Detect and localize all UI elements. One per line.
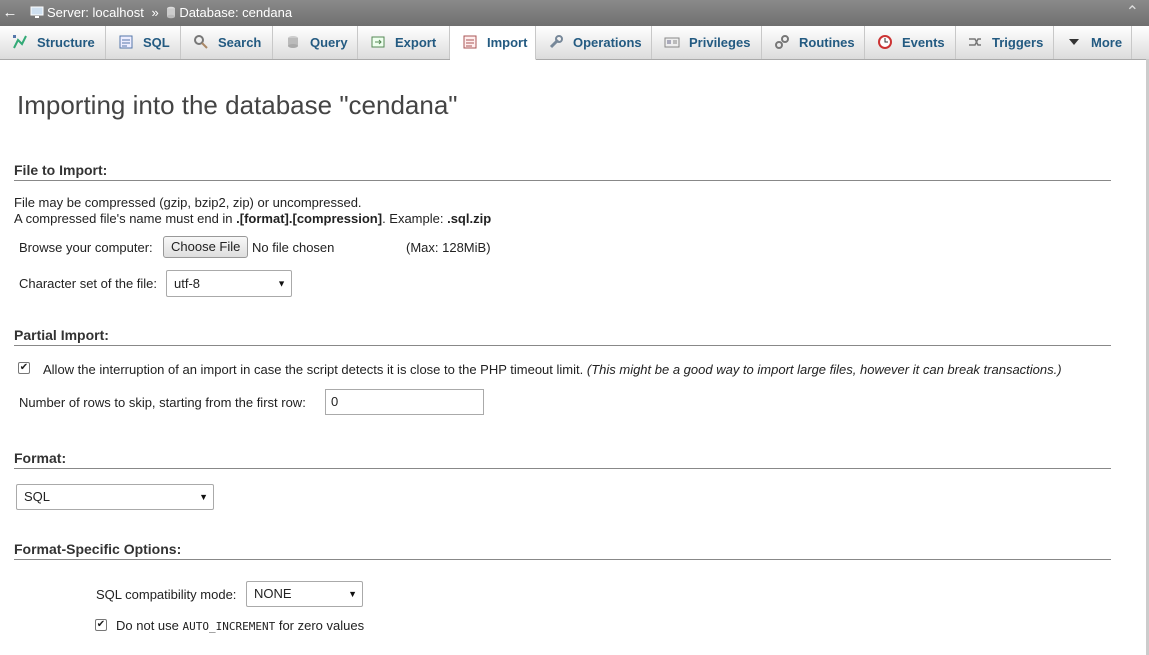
tab-export[interactable]: Export xyxy=(358,26,450,59)
compression-info: File may be compressed (gzip, bzip2, zip… xyxy=(14,195,362,210)
format-value: SQL xyxy=(24,489,51,504)
export-icon xyxy=(370,29,386,48)
choose-file-button[interactable]: Choose File xyxy=(163,236,249,258)
breadcrumb-server[interactable]: Server: localhost xyxy=(47,5,144,20)
tab-events[interactable]: Events xyxy=(865,26,956,59)
tab-label: SQL xyxy=(143,35,170,50)
compression-example: A compressed file's name must end in .[f… xyxy=(14,211,491,226)
page-title: Importing into the database "cendana" xyxy=(17,90,458,120)
tab-import[interactable]: Import xyxy=(450,26,536,60)
compression-example-mid: . Example: xyxy=(382,211,448,226)
auto-increment-code: AUTO_INCREMENT xyxy=(182,620,276,633)
compression-format: .[format].[compression] xyxy=(236,211,383,226)
tab-label: Query xyxy=(310,35,348,50)
tab-label: Search xyxy=(218,35,262,50)
checkmark-icon: ✔ xyxy=(96,619,106,630)
partial-import-heading: Partial Import: xyxy=(14,327,1111,346)
tab-label: Structure xyxy=(37,35,95,50)
tab-label: Privileges xyxy=(689,35,751,50)
clock-icon xyxy=(877,29,893,49)
chevron-down-icon: ▼ xyxy=(277,278,286,288)
tab-label: Export xyxy=(395,35,437,50)
tab-search[interactable]: Search xyxy=(181,26,273,59)
tab-operations[interactable]: Operations xyxy=(536,26,652,59)
tab-label: Operations xyxy=(573,35,642,50)
chevron-down-icon: ▼ xyxy=(348,589,357,599)
compression-example-value: .sql.zip xyxy=(447,211,492,226)
charset-value: utf-8 xyxy=(174,276,201,291)
format-options-heading: Format-Specific Options: xyxy=(14,541,1111,560)
breadcrumb-database[interactable]: Database: cendana xyxy=(179,5,292,20)
allow-interrupt-checkbox[interactable]: ✔ xyxy=(18,362,30,374)
no-auto-increment-pre: Do not use xyxy=(116,618,183,633)
charset-select[interactable]: utf-8 ▼ xyxy=(166,270,292,297)
allow-interrupt-label: Allow the interruption of an import in c… xyxy=(43,362,1062,377)
browse-label: Browse your computer: xyxy=(19,240,153,255)
structure-icon xyxy=(12,29,28,49)
wrench-icon xyxy=(548,29,564,49)
tab-label: More xyxy=(1091,35,1123,50)
skip-rows-input[interactable]: 0 xyxy=(325,389,484,415)
server-icon xyxy=(30,2,44,28)
allow-interrupt-text: Allow the interruption of an import in c… xyxy=(43,362,584,377)
checkmark-icon: ✔ xyxy=(19,362,29,373)
file-to-import-heading: File to Import: xyxy=(14,162,1111,181)
tab-label: Routines xyxy=(799,35,855,50)
charset-label: Character set of the file: xyxy=(19,276,158,291)
no-auto-increment-label: Do not use AUTO_INCREMENT for zero value… xyxy=(116,618,364,633)
skip-rows-label: Number of rows to skip, starting from th… xyxy=(19,395,306,410)
tab-sql[interactable]: SQL xyxy=(106,26,181,59)
privileges-icon xyxy=(664,29,680,48)
breadcrumb-separator: » xyxy=(151,5,159,20)
format-select[interactable]: SQL ▼ xyxy=(16,484,214,510)
tab-triggers[interactable]: Triggers xyxy=(955,26,1054,59)
tab-bar: Structure SQL Search Query Export Import Opera… xyxy=(0,26,1149,60)
query-icon xyxy=(285,29,301,48)
allow-interrupt-note: (This might be a good way to import larg… xyxy=(586,362,1062,377)
search-icon xyxy=(193,29,209,49)
no-auto-increment-checkbox[interactable]: ✔ xyxy=(95,619,107,631)
triggers-icon xyxy=(967,29,983,46)
tab-query[interactable]: Query xyxy=(273,26,358,59)
format-heading: Format: xyxy=(14,450,1111,469)
no-file-chosen: No file chosen xyxy=(252,240,335,255)
compat-mode-value: NONE xyxy=(254,586,292,601)
tab-label: Import xyxy=(487,35,528,50)
max-upload-size: (Max: 128MiB) xyxy=(406,240,491,255)
compat-mode-select[interactable]: NONE ▼ xyxy=(246,581,363,607)
collapse-icon[interactable]: ⌃ xyxy=(1126,0,1139,26)
compat-mode-label: SQL compatibility mode: xyxy=(96,587,237,602)
database-icon xyxy=(166,2,176,28)
routines-icon xyxy=(774,29,790,49)
tab-label: Events xyxy=(902,35,945,50)
tab-label: Triggers xyxy=(992,35,1044,50)
back-arrow-icon[interactable]: ← xyxy=(0,0,20,26)
chevron-down-icon: ▼ xyxy=(199,492,208,502)
tab-privileges[interactable]: Privileges xyxy=(652,26,762,59)
tab-structure[interactable]: Structure xyxy=(0,26,106,59)
no-auto-increment-post: for zero values xyxy=(275,618,365,633)
tab-more[interactable]: More xyxy=(1054,26,1132,59)
breadcrumb: Server: localhost » Database: cendana xyxy=(30,0,292,26)
tab-routines[interactable]: Routines xyxy=(762,26,865,59)
sql-icon xyxy=(118,29,134,49)
triangle-down-icon xyxy=(1066,29,1082,45)
breadcrumb-bar: ← Server: localhost » Database: cendana … xyxy=(0,0,1149,27)
import-icon xyxy=(462,29,478,49)
compression-example-prefix: A compressed file's name must end in xyxy=(14,211,237,226)
